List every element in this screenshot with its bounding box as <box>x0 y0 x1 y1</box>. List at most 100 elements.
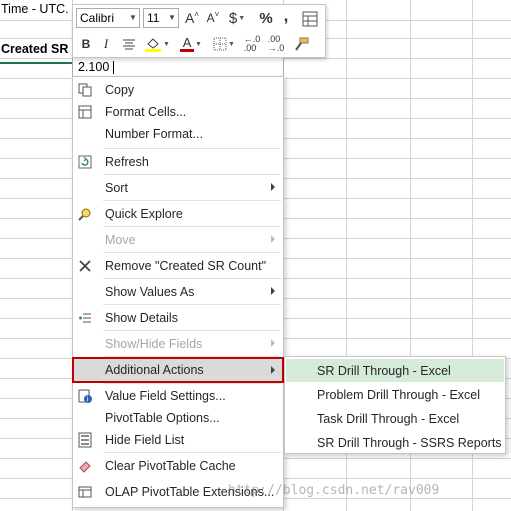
submenu-item-problem-drill-through-excel[interactable]: Problem Drill Through - Excel <box>286 383 504 406</box>
menu-item-label: Show Details <box>105 311 178 325</box>
decrease-decimal-button[interactable]: .00 →.0 <box>266 33 286 55</box>
menu-separator <box>103 356 281 357</box>
menu-item-sort[interactable]: Sort <box>73 177 283 199</box>
menu-item-label: Sort <box>105 181 128 195</box>
grow-font-button[interactable]: A ˄ <box>183 7 201 29</box>
menu-separator <box>103 304 281 305</box>
quick-explore-icon <box>77 206 93 222</box>
format-painter-icon <box>295 37 309 51</box>
format-painter-button[interactable] <box>291 33 311 55</box>
percent-button[interactable]: % <box>258 7 274 29</box>
grow-font-icon: A <box>184 10 195 26</box>
increase-decimal-button[interactable]: ←.0.00 <box>242 33 262 55</box>
font-color-button[interactable]: A ▼ <box>177 33 205 55</box>
active-cell-value: 2.100 <box>78 60 110 74</box>
submenu-item-label: Problem Drill Through - Excel <box>317 388 481 402</box>
menu-item-move[interactable]: Move <box>73 229 283 251</box>
borders-icon <box>213 37 227 51</box>
cell-created-header[interactable]: Created SR <box>1 42 68 56</box>
remove-icon <box>77 258 93 274</box>
menu-separator <box>103 226 281 227</box>
value-field-settings-icon: i <box>77 388 93 404</box>
menu-separator <box>103 330 281 331</box>
menu-item-quick-explore[interactable]: Quick Explore <box>73 203 283 225</box>
refresh-icon <box>77 154 93 170</box>
format-table-button[interactable] <box>301 8 319 30</box>
format-cells-icon <box>77 104 93 120</box>
menu-item-copy[interactable]: Copy <box>73 79 283 101</box>
additional-actions-submenu: SR Drill Through - Excel Problem Drill T… <box>284 356 506 454</box>
submenu-item-task-drill-through-excel[interactable]: Task Drill Through - Excel <box>286 407 504 430</box>
menu-item-number-format[interactable]: Number Format... <box>73 123 283 145</box>
submenu-arrow-icon <box>271 183 275 191</box>
menu-item-pivottable-options[interactable]: PivotTable Options... <box>73 407 283 429</box>
menu-item-label: Remove "Created SR Count" <box>105 259 267 273</box>
comma-style-button[interactable]: , <box>280 5 292 27</box>
menu-separator <box>103 278 281 279</box>
fill-color-button[interactable]: ▼ <box>143 33 171 55</box>
menu-item-label: Hide Field List <box>105 433 185 447</box>
menu-item-show-hide-fields[interactable]: Show/Hide Fields <box>73 333 283 355</box>
font-color-icon: A <box>182 35 192 50</box>
menu-item-clear-pivottable-cache[interactable]: Clear PivotTable Cache <box>73 455 283 477</box>
menu-item-remove[interactable]: Remove "Created SR Count" <box>73 255 283 277</box>
chevron-down-icon[interactable]: ▼ <box>166 9 178 27</box>
menu-item-label: Show Values As <box>105 285 195 299</box>
font-color-swatch <box>180 49 195 52</box>
watermark: http://blog.csdn.net/rav009 <box>228 483 440 498</box>
submenu-item-label: Task Drill Through - Excel <box>317 412 460 426</box>
cell-time-header[interactable]: Time - UTC. <box>1 2 69 16</box>
eraser-icon <box>77 458 93 474</box>
menu-item-label: Copy <box>105 83 135 97</box>
header-underline <box>0 62 72 64</box>
submenu-arrow-icon <box>271 287 275 295</box>
active-cell[interactable]: 2.100 <box>72 58 284 78</box>
align-center-icon <box>123 39 135 50</box>
font-name-combo[interactable]: Calibri ▼ <box>76 8 140 28</box>
align-center-button[interactable] <box>120 33 138 55</box>
menu-item-additional-actions[interactable]: Additional Actions <box>72 357 284 383</box>
show-details-icon <box>77 310 93 326</box>
menu-item-refresh[interactable]: Refresh <box>73 151 283 173</box>
decrease-decimal-icon: .00 →.0 <box>267 34 285 53</box>
submenu-item-label: SR Drill Through - Excel <box>317 364 451 378</box>
menu-separator <box>103 148 281 149</box>
shrink-font-button[interactable]: A ˅ <box>204 7 222 29</box>
increase-decimal-icon: ←.0.00 <box>243 34 261 53</box>
menu-item-format-cells[interactable]: Format Cells... <box>73 101 283 123</box>
chevron-down-icon[interactable]: ▼ <box>127 9 139 27</box>
field-list-icon <box>77 432 93 448</box>
bold-button[interactable]: B <box>78 33 94 55</box>
svg-text:i: i <box>87 396 89 404</box>
menu-item-label: Clear PivotTable Cache <box>105 459 236 473</box>
menu-separator <box>103 174 281 175</box>
menu-item-label: Number Format... <box>105 127 203 141</box>
font-size-combo[interactable]: 11 ▼ <box>143 8 179 28</box>
menu-item-label: Move <box>105 233 136 247</box>
menu-item-label: Value Field Settings... <box>105 389 226 403</box>
menu-separator <box>103 383 281 384</box>
italic-button[interactable]: I <box>99 33 113 55</box>
submenu-item-sr-drill-through-excel[interactable]: SR Drill Through - Excel <box>286 359 504 382</box>
comma-icon: , <box>283 6 289 25</box>
menu-separator <box>103 200 281 201</box>
submenu-arrow-icon <box>271 235 275 243</box>
submenu-item-sr-drill-through-ssrs-reports[interactable]: SR Drill Through - SSRS Reports <box>286 431 504 454</box>
menu-item-value-field-settings[interactable]: i Value Field Settings... <box>73 385 283 407</box>
submenu-item-label: SR Drill Through - SSRS Reports <box>317 436 502 450</box>
menu-item-hide-field-list[interactable]: Hide Field List <box>73 429 283 451</box>
borders-button[interactable]: ▼ <box>211 33 237 55</box>
font-name-value: Calibri <box>80 11 115 25</box>
menu-item-show-details[interactable]: Show Details <box>73 307 283 329</box>
percent-icon: % <box>259 9 273 27</box>
font-size-value: 11 <box>147 11 160 25</box>
currency-button[interactable]: $ ▼ <box>226 7 248 29</box>
menu-item-show-values-as[interactable]: Show Values As <box>73 281 283 303</box>
table-format-icon <box>302 11 318 27</box>
menu-separator <box>103 452 281 453</box>
submenu-arrow-icon <box>271 339 275 347</box>
currency-icon: $ <box>228 9 238 27</box>
submenu-arrow-icon <box>271 366 275 374</box>
shrink-font-icon: A <box>206 11 215 25</box>
menu-item-label: Format Cells... <box>105 105 187 119</box>
